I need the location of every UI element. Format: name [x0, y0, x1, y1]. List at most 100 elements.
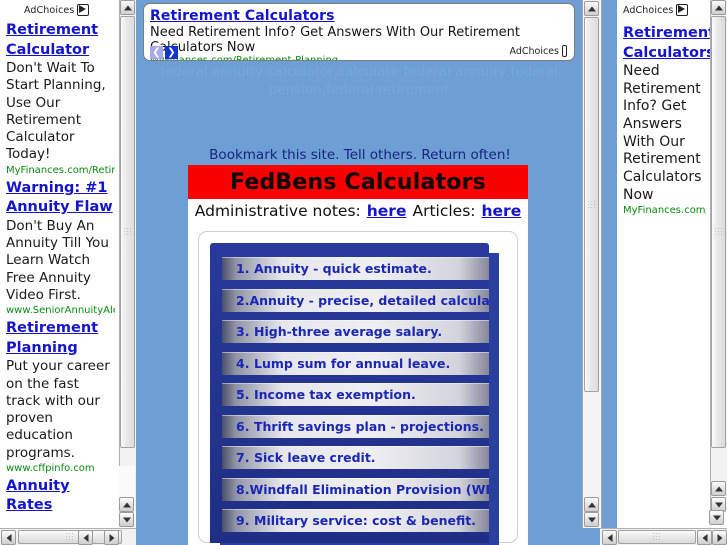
- calculator-item[interactable]: 3. High-three average salary.: [222, 320, 489, 343]
- item-label: Annuity - quick estimate.: [254, 261, 432, 276]
- ad-unit[interactable]: Annuity Rates Compared Not Generating th…: [0, 475, 119, 512]
- top-ad-nav-buttons[interactable]: ❮ ❯: [150, 46, 178, 59]
- ad-title-link[interactable]: Retirement Calculators: [623, 24, 710, 63]
- adchoices-badge-top[interactable]: AdChoices: [509, 45, 567, 57]
- scroll-up-button-2[interactable]: [711, 481, 726, 496]
- scroll-up-button[interactable]: [711, 0, 726, 15]
- calculator-item[interactable]: 6. Thrift savings plan - projections.: [222, 414, 489, 438]
- item-number: 3.: [236, 324, 250, 339]
- scroll-down-button-corner[interactable]: [709, 510, 724, 525]
- ad-display-url: MyFinances.com/Ret: [623, 205, 706, 217]
- scroll-up-button-2[interactable]: [584, 497, 599, 512]
- scroll-left-button[interactable]: [602, 530, 617, 545]
- page-title: FedBens Calculators: [230, 169, 486, 195]
- calculator-item[interactable]: 9. Military service: cost & benefit.: [222, 509, 489, 532]
- left-frame-vertical-scrollbar[interactable]: [119, 0, 136, 512]
- scroll-down-button-small[interactable]: [119, 512, 134, 527]
- ad-unit[interactable]: Retirement Planning Put your career on t…: [0, 317, 119, 475]
- admin-notes-link[interactable]: here: [367, 202, 407, 220]
- item-number: 2.: [236, 292, 250, 308]
- prev-ad-button[interactable]: ❮: [150, 46, 163, 59]
- articles-label: Articles:: [412, 202, 476, 220]
- ad-title-link[interactable]: Annuity Rates Compared: [6, 477, 115, 512]
- scrollbar-thumb[interactable]: [120, 16, 135, 448]
- left-ad-frame: AdChoices Retirement Calculator Don't Wa…: [0, 0, 136, 528]
- thumb-grip-icon: [122, 227, 133, 237]
- page-horizontal-scrollbar[interactable]: [600, 528, 727, 545]
- site-banner: FedBens Calculators: [188, 165, 528, 199]
- item-number: 4.: [236, 355, 250, 371]
- ad-title-link[interactable]: Warning: #1 Annuity Flaw: [6, 179, 115, 218]
- articles-link[interactable]: here: [482, 202, 522, 220]
- item-number: 5.: [236, 387, 250, 402]
- ad-unit[interactable]: Retirement Calculator Don't Wait To Star…: [0, 19, 119, 177]
- scroll-down-button[interactable]: [584, 512, 599, 527]
- item-label: High-three average salary.: [254, 324, 443, 339]
- ad-description: Put your career on the fast track with o…: [6, 358, 110, 461]
- calculator-item[interactable]: 7. Sick leave credit.: [222, 446, 489, 469]
- ad-unit[interactable]: Retirement Calculators Need Retirement I…: [617, 22, 710, 217]
- adchoices-badge-right[interactable]: AdChoices: [623, 4, 710, 16]
- calculator-item[interactable]: 8. Windfall Elimination Provision (WEP).: [222, 477, 489, 501]
- calculator-panel: 1. Annuity - quick estimate. 2. Annuity …: [210, 243, 489, 543]
- ad-display-url: www.SeniorAnnuityAlert: [6, 305, 115, 317]
- ad-display-url: www.cffpinfo.com: [6, 462, 95, 474]
- adchoices-label: AdChoices: [24, 4, 75, 16]
- scrollbar-thumb[interactable]: [618, 530, 696, 544]
- item-label: Military service: cost & benefit.: [254, 513, 476, 528]
- calculator-list: 1. Annuity - quick estimate. 2. Annuity …: [210, 243, 489, 532]
- thumb-grip-icon: [65, 532, 75, 542]
- right-ad-frame: AdChoices Retirement Calculators Need Re…: [617, 0, 727, 528]
- thumb-grip-icon: [652, 532, 662, 542]
- calculator-panel-frame: 1. Annuity - quick estimate. 2. Annuity …: [198, 231, 518, 545]
- scroll-left-button-2[interactable]: [78, 530, 93, 545]
- notes-links-bar: Administrative notes: here Articles: her…: [188, 199, 528, 223]
- item-label: Annuity - precise, detailed calculation.: [249, 292, 489, 308]
- top-ad-title-link[interactable]: Retirement Calculators: [150, 8, 574, 24]
- adchoices-icon: [77, 4, 90, 16]
- adchoices-icon: [562, 45, 567, 57]
- adchoices-label: AdChoices: [509, 45, 560, 57]
- ad-unit[interactable]: Warning: #1 Annuity Flaw Don't Buy An An…: [0, 177, 119, 317]
- ad-title-link[interactable]: Retirement Calculator: [6, 21, 115, 60]
- bookmark-reminder: Bookmark this site. Tell others. Return …: [209, 147, 511, 163]
- item-number: 1.: [236, 261, 250, 276]
- scrollbar-thumb[interactable]: [711, 16, 726, 448]
- adchoices-label: AdChoices: [623, 4, 674, 16]
- item-number: 6.: [236, 418, 250, 434]
- scroll-up-button-small[interactable]: [119, 497, 134, 512]
- right-ad-scroll-pane: AdChoices Retirement Calculators Need Re…: [617, 0, 710, 512]
- ad-title-link[interactable]: Retirement Planning: [6, 319, 115, 358]
- scroll-up-button[interactable]: [120, 0, 135, 15]
- browser-page: AdChoices Retirement Calculator Don't Wa…: [0, 0, 727, 545]
- next-ad-button[interactable]: ❯: [165, 46, 178, 59]
- page-vertical-scrollbar[interactable]: [582, 0, 602, 528]
- scroll-right-button[interactable]: [712, 530, 727, 545]
- item-label: Thrift savings plan - projections.: [254, 418, 484, 434]
- ad-description: Don't Wait To Start Planning, Use Our Re…: [6, 60, 106, 163]
- ad-description: Don't Buy An Annuity Till You Learn Watc…: [6, 217, 109, 303]
- thumb-grip-icon: [713, 227, 724, 237]
- item-label: Sick leave credit.: [254, 450, 376, 465]
- left-frame-horizontal-scrollbar[interactable]: [0, 528, 136, 545]
- scrollbar-thumb[interactable]: [584, 17, 599, 392]
- calculator-item[interactable]: 4. Lump sum for annual leave.: [222, 351, 489, 375]
- adchoices-icon: [676, 4, 689, 16]
- admin-notes-label: Administrative notes:: [194, 202, 361, 220]
- left-ad-scroll-pane: AdChoices Retirement Calculator Don't Wa…: [0, 0, 119, 512]
- calculator-item[interactable]: 1. Annuity - quick estimate.: [222, 257, 489, 280]
- item-label: Lump sum for annual leave.: [254, 355, 451, 371]
- item-number: 7.: [236, 450, 250, 465]
- thumb-grip-icon: [586, 199, 597, 210]
- calculator-item[interactable]: 2. Annuity - precise, detailed calculati…: [222, 288, 489, 312]
- adchoices-badge-left[interactable]: AdChoices: [24, 4, 119, 16]
- top-ad-banner[interactable]: Retirement Calculators Need Retirement I…: [143, 3, 575, 61]
- keyword-line: federal annuity calculator,calculate fed…: [160, 64, 558, 98]
- calculator-item[interactable]: 5. Income tax exemption.: [222, 383, 489, 406]
- right-frame-vertical-scrollbar[interactable]: [710, 0, 727, 512]
- scroll-up-button[interactable]: [584, 1, 599, 16]
- item-number: 8.: [236, 481, 250, 497]
- scroll-left-button-2[interactable]: [697, 530, 712, 545]
- scroll-right-button[interactable]: [104, 530, 119, 545]
- scroll-left-button[interactable]: [1, 530, 16, 545]
